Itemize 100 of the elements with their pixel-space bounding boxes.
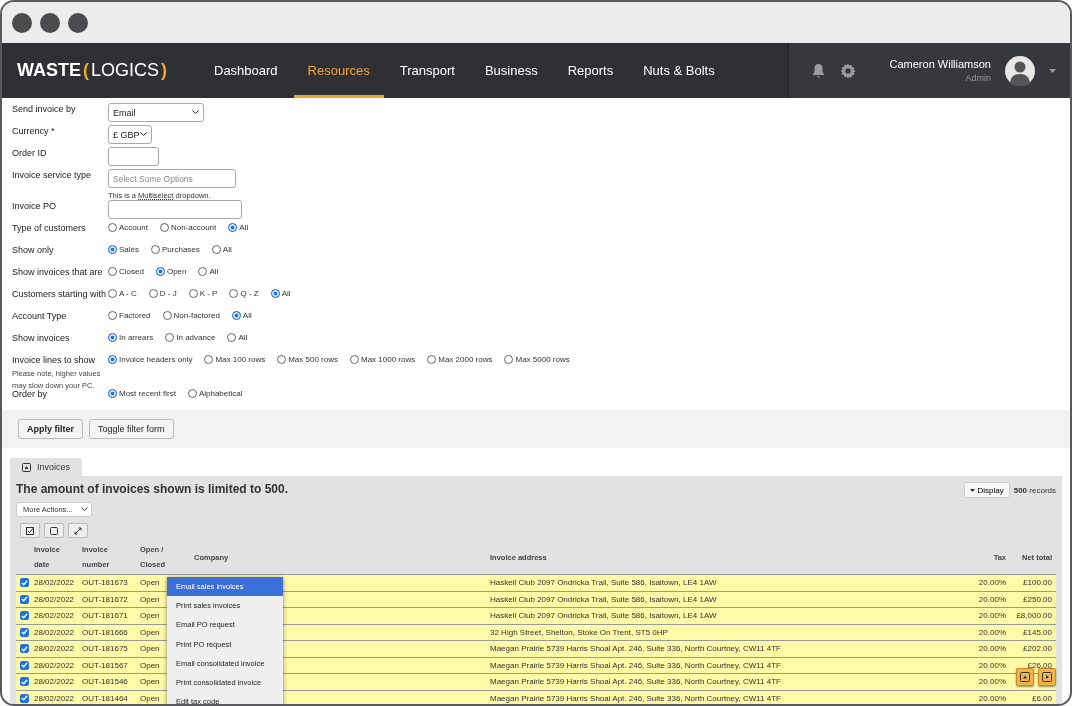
radio-button[interactable] <box>504 355 514 365</box>
radio-option[interactable]: Max 100 rows <box>204 355 266 365</box>
radio-button[interactable] <box>350 355 359 365</box>
text-field[interactable]: Select Some Options <box>108 169 236 188</box>
nav-tab[interactable]: Resources <box>293 43 384 98</box>
display-button[interactable]: Display <box>964 482 1010 498</box>
filter-button[interactable]: Toggle filter form <box>89 419 174 439</box>
radio-button[interactable] <box>188 289 198 299</box>
radio-option[interactable]: Max 2000 rows <box>427 355 493 365</box>
radio-option[interactable]: In arrears <box>108 333 154 343</box>
radio-button[interactable] <box>108 223 117 233</box>
radio-button[interactable] <box>204 355 214 365</box>
row-checkbox[interactable] <box>20 644 29 654</box>
radio-option[interactable]: A - C <box>108 289 137 299</box>
radio-button[interactable] <box>227 333 237 343</box>
table-cell: OUT-181673 <box>78 574 136 591</box>
radio-option[interactable]: All <box>211 245 232 255</box>
radio-button[interactable] <box>270 289 280 299</box>
settings-icon[interactable] <box>839 62 856 79</box>
radio-button[interactable] <box>228 223 238 233</box>
nav-tab[interactable]: Dashboard <box>200 43 292 98</box>
chevron-down-icon <box>192 110 199 115</box>
nav-tab[interactable]: Nuts & Bolts <box>629 43 729 98</box>
bell-icon[interactable] <box>810 62 826 79</box>
caret-icon[interactable] <box>1049 68 1056 73</box>
checkbox-checked-icon <box>26 526 34 535</box>
radio-option[interactable]: Non-account <box>159 223 217 233</box>
radio-button[interactable] <box>108 355 117 365</box>
radio-option[interactable]: Max 1000 rows <box>350 355 416 365</box>
radio-option[interactable]: K - P <box>188 289 218 299</box>
nav-tab[interactable]: Reports <box>553 43 628 98</box>
window-control[interactable] <box>12 12 32 33</box>
row-checkbox[interactable] <box>20 660 29 670</box>
filter-button[interactable]: Apply filter <box>18 419 83 439</box>
text-field[interactable] <box>108 200 242 220</box>
logo[interactable]: WASTE(LOGICS) <box>2 43 200 98</box>
radio-option[interactable]: Alphabetical <box>187 389 243 398</box>
text-field[interactable] <box>108 147 159 166</box>
radio-option[interactable]: Purchases <box>151 245 200 255</box>
next-button[interactable] <box>1038 668 1056 686</box>
row-checkbox[interactable] <box>20 578 29 588</box>
radio-button[interactable] <box>211 245 221 255</box>
radio-option[interactable]: Max 500 rows <box>277 355 338 365</box>
radio-option[interactable]: D - J <box>148 289 177 299</box>
row-checkbox[interactable] <box>20 693 29 703</box>
radio-option[interactable]: Q - Z <box>229 289 259 299</box>
radio-button[interactable] <box>162 311 172 321</box>
radio-button[interactable] <box>108 267 117 277</box>
radio-option[interactable]: All <box>198 267 219 277</box>
radio-option[interactable]: Factored <box>108 311 151 321</box>
radio-button[interactable] <box>108 245 117 255</box>
radio-button[interactable] <box>108 389 117 398</box>
radio-option[interactable]: Sales <box>108 245 139 255</box>
scroll-top-button[interactable] <box>1016 668 1034 686</box>
field-label: Show only <box>12 244 55 258</box>
radio-option[interactable]: All <box>228 223 249 233</box>
select-none-button[interactable] <box>44 523 64 538</box>
radio-option[interactable]: Invoice headers only <box>108 355 193 365</box>
radio-option[interactable]: Open <box>155 267 187 277</box>
expand-icon <box>74 526 82 535</box>
radio-button[interactable] <box>108 333 117 343</box>
row-checkbox[interactable] <box>20 627 29 637</box>
radio-button[interactable] <box>151 245 160 255</box>
radio-option[interactable]: All <box>231 311 252 321</box>
window-control[interactable] <box>68 12 88 33</box>
radio-button[interactable] <box>155 267 165 277</box>
radio-option[interactable]: Most recent first <box>108 389 176 398</box>
table-cell: 20.00% <box>966 657 1010 674</box>
row-checkbox[interactable] <box>20 611 29 621</box>
radio-button[interactable] <box>165 333 175 343</box>
radio-option[interactable]: All <box>227 333 248 343</box>
radio-option[interactable]: Max 5000 rows <box>504 355 570 365</box>
radio-button[interactable] <box>229 289 239 299</box>
select-field[interactable]: £ GBP <box>108 125 152 144</box>
radio-option[interactable]: In advance <box>165 333 216 343</box>
row-checkbox[interactable] <box>20 594 29 604</box>
avatar[interactable] <box>1005 55 1035 86</box>
radio-button[interactable] <box>277 355 287 365</box>
table-cell: 20.00% <box>966 624 1010 641</box>
radio-option[interactable]: All <box>270 289 291 299</box>
radio-button[interactable] <box>159 223 169 233</box>
radio-button[interactable] <box>108 289 117 299</box>
radio-option[interactable]: Non-factored <box>162 311 220 321</box>
radio-button[interactable] <box>231 311 241 321</box>
radio-button[interactable] <box>198 267 208 277</box>
radio-option[interactable]: Closed <box>108 267 144 277</box>
select-all-button[interactable] <box>20 523 40 538</box>
nav-tab[interactable]: Transport <box>385 43 469 98</box>
table-cell: Haskell Club 2097 Ondricka Trail, Suite 586, Isaitown, LE4 1AW <box>486 607 966 624</box>
row-checkbox[interactable] <box>20 677 29 687</box>
radio-button[interactable] <box>148 289 158 299</box>
radio-option[interactable]: Account <box>108 223 148 233</box>
radio-button[interactable] <box>108 311 117 321</box>
radio-button[interactable] <box>187 389 197 398</box>
window-control[interactable] <box>40 12 60 33</box>
invoices-tab[interactable]: Invoices <box>10 458 83 476</box>
radio-button[interactable] <box>427 355 437 365</box>
select-field[interactable]: Email <box>108 103 204 122</box>
nav-tab[interactable]: Business <box>470 43 552 98</box>
table-cell: OUT-181671 <box>78 607 136 624</box>
